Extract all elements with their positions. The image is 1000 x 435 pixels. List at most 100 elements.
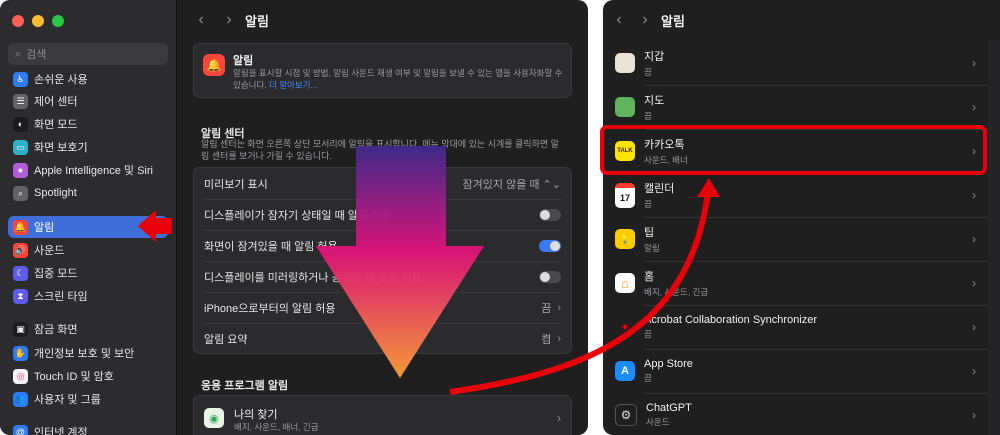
sidebar-divider bbox=[176, 0, 177, 435]
sidebar-item[interactable]: ◎ Touch ID 및 암호 bbox=[8, 365, 168, 387]
app-row[interactable]: ⌂ 홈 배지, 사운드, 긴급 › bbox=[603, 261, 1000, 305]
toolbar: ‹ › 알림 bbox=[177, 0, 588, 40]
setting-label: 디스플레이를 미러링하거나 공유할 때 알림 허용 bbox=[204, 271, 422, 284]
chatgpt-icon: ⚙ bbox=[615, 404, 637, 426]
sidebar-item[interactable]: ▣ 잠금 화면 bbox=[8, 318, 168, 340]
minimize-icon[interactable] bbox=[32, 15, 44, 27]
forward-icon[interactable]: › bbox=[635, 11, 655, 29]
sidebar-item-label: 잠금 화면 bbox=[34, 324, 78, 336]
setting-row[interactable]: 화면이 잠겨있을 때 알림 허용 bbox=[194, 230, 571, 261]
page-title: 알림 bbox=[245, 13, 269, 29]
setting-label: iPhone으로부터의 알림 허용 bbox=[204, 302, 336, 315]
search-input[interactable]: ⌕ 검색 bbox=[8, 43, 168, 65]
app-row[interactable]: ⚙ ChatGPT 사운드 › bbox=[603, 393, 1000, 435]
sidebar-item-label: 손쉬운 사용 bbox=[34, 74, 88, 86]
app-row[interactable]: 17 캘린더끔 › bbox=[603, 173, 1000, 217]
toggle-switch[interactable] bbox=[539, 239, 561, 252]
app-status: 끔 bbox=[644, 373, 652, 383]
setting-label: 화면이 잠겨있을 때 알림 허용 bbox=[204, 240, 338, 253]
bell-icon: 🔔 bbox=[13, 219, 28, 235]
sidebar-item[interactable]: 🔔 알림 bbox=[8, 216, 168, 238]
chevron-right-icon[interactable]: › bbox=[557, 333, 561, 345]
setting-row[interactable]: 알림 요약 켬 › bbox=[194, 323, 571, 354]
chevron-right-icon[interactable]: › bbox=[557, 302, 561, 314]
tips-icon: 💡 bbox=[615, 229, 635, 249]
chevron-right-icon[interactable]: › bbox=[972, 232, 976, 246]
right-page-title: 알림 bbox=[661, 13, 685, 29]
setting-value: 켬 bbox=[541, 333, 552, 346]
preview-select[interactable]: 잠겨있지 않을 때 ⌃⌄ bbox=[463, 176, 561, 192]
sidebar-item[interactable]: 🔊 사운드 bbox=[8, 239, 168, 261]
forward-icon[interactable]: › bbox=[219, 11, 239, 29]
sidebar-item[interactable]: ⌕ Spotlight bbox=[8, 182, 168, 204]
moon-icon: ☾ bbox=[13, 265, 28, 281]
find-my-name[interactable]: 나의 찾기 bbox=[234, 406, 278, 422]
toggle-switch[interactable] bbox=[539, 270, 561, 283]
app-text: 홈 배지, 사운드, 긴급 bbox=[644, 268, 708, 298]
app-name: 지갑 bbox=[644, 51, 665, 63]
app-row[interactable]: ✦ Acrobat Collaboration Synchronizer 끔 › bbox=[603, 305, 1000, 349]
chevron-right-icon[interactable]: › bbox=[972, 364, 976, 378]
sidebar-item[interactable]: ● Apple Intelligence 및 Siri bbox=[8, 159, 168, 181]
sidebar-item[interactable]: ♿ 손쉬운 사용 bbox=[8, 68, 168, 90]
app-text: 지도 끔 bbox=[644, 92, 664, 122]
calendar-icon: 17 bbox=[615, 182, 635, 208]
chevron-right-icon[interactable]: › bbox=[972, 188, 976, 202]
app-row[interactable]: 💡 팁 알림 › bbox=[603, 217, 1000, 261]
app-status: 끔 bbox=[644, 329, 652, 339]
app-row[interactable]: 지갑 끔 › bbox=[603, 41, 1000, 85]
chevron-right-icon[interactable]: › bbox=[972, 56, 976, 70]
app-status: 끔 bbox=[644, 199, 652, 209]
sidebar-item-label: 제어 센터 bbox=[34, 96, 78, 108]
settings-window: ⌕ 검색 ♿ 손쉬운 사용 ☰ 제어 센터 ◐ 화면 모드 ▭ 화면 보호기 ● Apple In… bbox=[0, 0, 588, 435]
app-name: 캘린더 bbox=[644, 183, 675, 195]
at-icon: @ bbox=[13, 424, 28, 435]
sidebar-item[interactable]: 👥 사용자 및 그룹 bbox=[8, 388, 168, 410]
chevron-right-icon[interactable]: › bbox=[972, 100, 976, 114]
window-controls bbox=[12, 15, 64, 27]
kakaotalk-icon: TALK bbox=[615, 141, 635, 161]
app-name: ChatGPT bbox=[646, 402, 692, 414]
setting-row[interactable]: iPhone으로부터의 알림 허용 끔 › bbox=[194, 292, 571, 323]
back-icon[interactable]: ‹ bbox=[191, 11, 211, 29]
app-text: ChatGPT 사운드 bbox=[646, 402, 692, 428]
search-placeholder: 검색 bbox=[26, 49, 47, 61]
app-row[interactable]: 지도 끔 › bbox=[603, 85, 1000, 129]
app-name: 팁 bbox=[644, 227, 655, 239]
hand-icon: ✋ bbox=[13, 345, 28, 361]
learn-more-link[interactable]: 더 알아보기... bbox=[269, 80, 318, 90]
chevron-right-icon[interactable]: › bbox=[972, 144, 976, 158]
scrollbar[interactable] bbox=[988, 40, 1000, 435]
sidebar-item[interactable]: ✋ 개인정보 보호 및 보안 bbox=[8, 342, 168, 364]
setting-row[interactable]: 미리보기 표시 잠겨있지 않을 때 ⌃⌄ bbox=[194, 168, 571, 199]
sidebar-item[interactable]: ◐ 화면 모드 bbox=[8, 113, 168, 135]
maps-icon bbox=[615, 97, 635, 117]
notifications-window: ‹ › 알림 지갑 끔 › 지도 끔 › TALK 카카오톡 사운드, 배너 › 17 캘린더 끔 › 💡 팁… bbox=[603, 0, 1000, 435]
setting-label: 디스플레이가 잠자기 상태일 때 알림 허용 bbox=[204, 209, 392, 222]
chevron-right-icon[interactable]: › bbox=[972, 276, 976, 290]
chevron-right-icon[interactable]: › bbox=[557, 411, 561, 425]
notification-center-description: 알림 센터는 화면 오른쪽 상단 모서리에 알림을 표시합니다. 메뉴 막대에 … bbox=[201, 139, 559, 161]
sidebar-item[interactable]: ▭ 화면 보호기 bbox=[8, 136, 168, 158]
zoom-icon[interactable] bbox=[52, 15, 64, 27]
bell-icon: 🔔 bbox=[203, 54, 225, 76]
setting-row[interactable]: 디스플레이를 미러링하거나 공유할 때 알림 허용 bbox=[194, 261, 571, 292]
back-icon[interactable]: ‹ bbox=[609, 11, 629, 29]
chevron-right-icon[interactable]: › bbox=[972, 320, 976, 334]
app-row[interactable]: TALK 카카오톡 사운드, 배너 › bbox=[603, 129, 1000, 173]
app-row[interactable]: A App Store 끔 › bbox=[603, 349, 1000, 393]
sidebar-item[interactable]: @ 인터넷 계정 bbox=[8, 421, 168, 435]
app-name: Acrobat Collaboration Synchronizer bbox=[644, 314, 818, 326]
chevron-right-icon[interactable]: › bbox=[972, 408, 976, 422]
sidebar-item[interactable]: ☰ 제어 센터 bbox=[8, 90, 168, 112]
intro-text: 알림을 표시할 시점 및 방법, 알림 사운드 재생 여부 및 알림을 보낼 수… bbox=[233, 67, 563, 91]
toggle-switch[interactable] bbox=[539, 208, 561, 221]
sidebar-item[interactable]: ☾ 집중 모드 bbox=[8, 262, 168, 284]
sidebar-item[interactable]: ⧗ 스크린 타임 bbox=[8, 285, 168, 307]
setting-row[interactable]: 디스플레이가 잠자기 상태일 때 알림 허용 bbox=[194, 199, 571, 230]
close-icon[interactable] bbox=[12, 15, 24, 27]
app-status: 배지, 사운드, 긴급 bbox=[644, 287, 709, 297]
sidebar-item-label: 개인정보 보호 및 보안 bbox=[34, 348, 135, 360]
sidebar-item-label: 스크린 타임 bbox=[34, 291, 88, 303]
app-text: 카카오톡 사운드, 배너 bbox=[644, 136, 688, 166]
